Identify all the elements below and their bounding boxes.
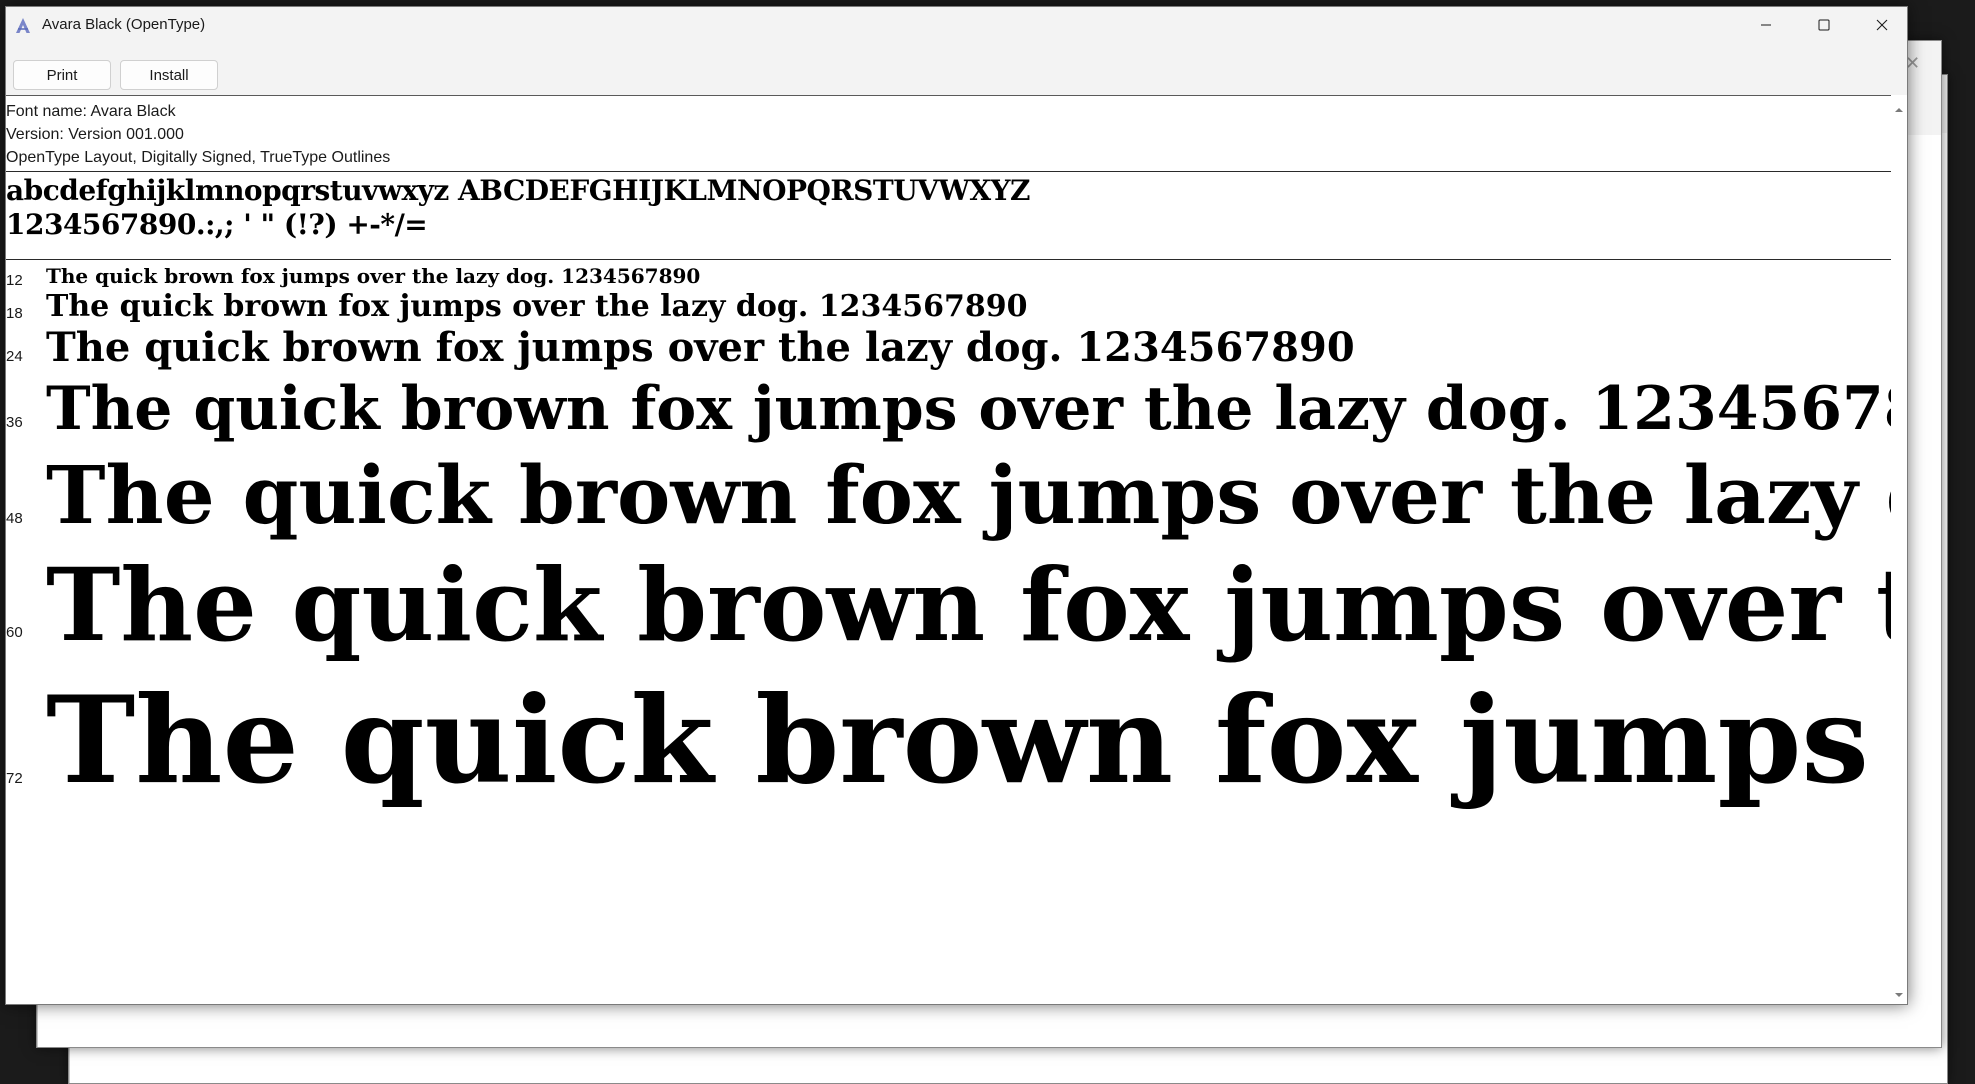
minimize-icon [1761,24,1771,26]
font-features: OpenType Layout, Digitally Signed, TrueT… [6,149,391,166]
font-name: Font name: Avara Black [6,103,176,120]
sample-row-60: 60 The quick brown fox jumps over the la… [6,546,1891,674]
font-version: Version: Version 001.000 [6,126,184,143]
sample-row-18: 18 The quick brown fox jumps over the la… [6,288,1891,328]
size-label: 36 [6,414,23,431]
size-label: 12 [6,272,23,289]
size-label: 24 [6,348,23,365]
scroll-down-icon[interactable] [1894,990,1904,1000]
sample-text: The quick brown fox jumps over the lazy … [46,546,1891,664]
sample-row-24: 24 The quick brown fox jumps over the la… [6,324,1891,376]
font-app-icon [16,18,30,33]
maximize-icon [1818,19,1830,31]
sample-text: The quick brown fox jumps over the lazy … [46,289,1028,324]
size-label: 60 [6,624,23,641]
charset-letters: abcdefghijklmnopqrstuvwxyz ABCDEFGHIJKLM… [6,174,1030,207]
print-button[interactable]: Print [13,60,111,90]
close-icon [1876,19,1888,31]
sample-row-36: 36 The quick brown fox jumps over the la… [6,374,1891,452]
title-bar[interactable]: Avara Black (OpenType) [6,7,1907,43]
charset-divider [6,259,1891,260]
sample-text: The quick brown fox jumps over the lazy … [46,324,1355,371]
sample-text: The quick brown fox jumps over the lazy … [46,670,1891,811]
vertical-scrollbar[interactable] [1891,95,1907,1004]
size-label: 72 [6,770,23,787]
minimize-button[interactable] [1737,7,1795,43]
sample-row-72: 72 The quick brown fox jumps over the la… [6,670,1891,826]
font-viewer-window: Avara Black (OpenType) Print Install Fon… [5,6,1908,1005]
maximize-button[interactable] [1795,7,1853,43]
metadata-divider [6,171,1891,172]
toolbar: Print Install [6,43,1907,99]
sample-text: The quick brown fox jumps over the lazy … [46,264,701,288]
size-label: 18 [6,305,23,322]
install-button[interactable]: Install [120,60,218,90]
sample-text: The quick brown fox jumps over the lazy … [46,448,1891,542]
sample-row-48: 48 The quick brown fox jumps over the la… [6,448,1891,550]
font-preview-area[interactable]: Font name: Avara Black Version: Version … [6,95,1891,1004]
window-title: Avara Black (OpenType) [42,16,206,33]
font-metadata: Font name: Avara Black Version: Version … [6,100,390,169]
charset-symbols: 1234567890.:,; ' " (!?) +-*/= [6,208,428,241]
sample-text: The quick brown fox jumps over the lazy … [46,374,1891,444]
scroll-up-icon[interactable] [1894,105,1904,115]
size-label: 48 [6,510,23,527]
close-button[interactable] [1853,7,1911,43]
